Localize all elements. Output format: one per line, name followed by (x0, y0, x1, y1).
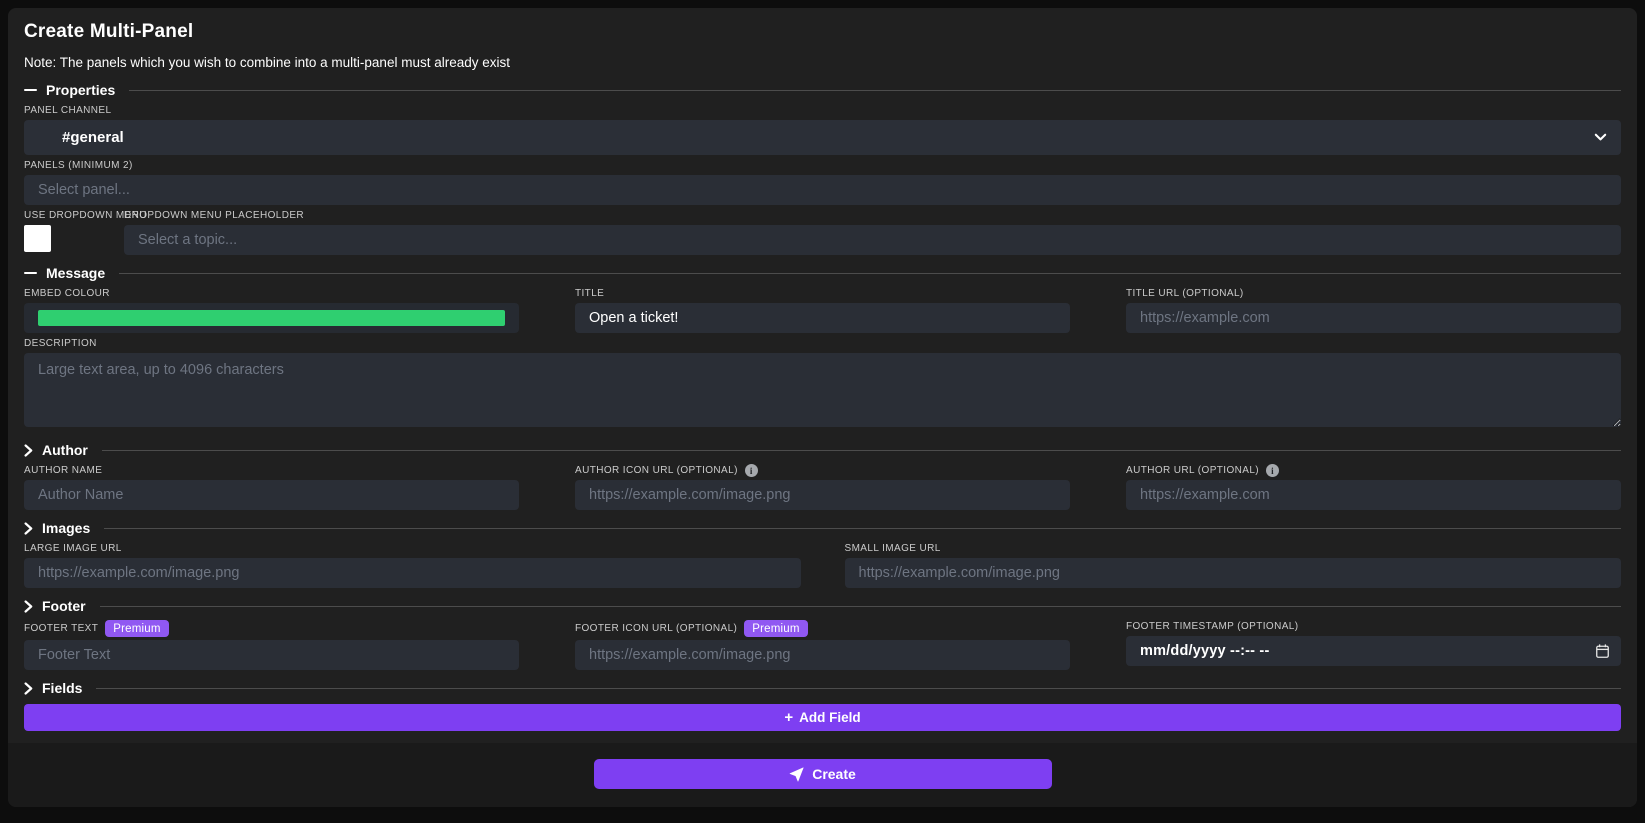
dropdown-menu-placeholder-label: DROPDOWN MENU PLACEHOLDER (124, 210, 305, 221)
title-input[interactable] (575, 303, 1070, 333)
section-message-header[interactable]: Message (24, 263, 1621, 283)
description-textarea[interactable] (24, 353, 1621, 427)
chevron-right-icon (24, 599, 33, 613)
footer-text-input[interactable] (24, 640, 519, 670)
small-image-url-input[interactable] (844, 558, 1621, 588)
title-url-label: TITLE URL (OPTIONAL) (1126, 288, 1244, 299)
section-divider (119, 272, 1621, 274)
section-label: Author (42, 442, 88, 458)
embed-colour-picker[interactable] (24, 303, 519, 333)
footer-timestamp-label: FOOTER TIMESTAMP (OPTIONAL) (1126, 621, 1299, 632)
chevron-right-icon (24, 681, 33, 695)
section-divider (96, 687, 1621, 689)
card-footer-band: Create (8, 743, 1637, 807)
author-name-input[interactable] (24, 480, 519, 510)
section-properties-header[interactable]: Properties (24, 80, 1621, 100)
section-label: Images (42, 520, 91, 536)
large-image-url-label: LARGE IMAGE URL (24, 543, 122, 554)
page-note: Note: The panels which you wish to combi… (24, 55, 510, 70)
section-footer-header[interactable]: Footer (24, 596, 1621, 616)
info-icon[interactable] (744, 464, 758, 477)
section-author-header[interactable]: Author (24, 440, 1621, 460)
chevron-down-icon (1594, 133, 1607, 142)
premium-badge: Premium (105, 620, 169, 637)
section-divider (129, 89, 1621, 91)
panels-input[interactable] (24, 175, 1621, 205)
footer-icon-url-input[interactable] (575, 640, 1070, 670)
footer-timestamp-input[interactable]: mm/dd/yyyy --:-- -- (1126, 636, 1621, 666)
footer-icon-url-label: FOOTER ICON URL (OPTIONAL) Premium (575, 620, 1070, 637)
title-label: TITLE (575, 288, 605, 299)
section-divider (99, 605, 1621, 607)
author-name-label: AUTHOR NAME (24, 465, 103, 476)
add-field-label: Add Field (799, 710, 861, 725)
panels-label: PANELS (MINIMUM 2) (24, 160, 133, 171)
title-url-input[interactable] (1126, 303, 1621, 333)
author-url-label: AUTHOR URL (OPTIONAL) (1126, 464, 1621, 477)
create-button[interactable]: Create (593, 759, 1052, 789)
collapse-minus-icon (24, 271, 37, 275)
add-field-button[interactable]: + Add Field (24, 704, 1621, 731)
plus-icon: + (784, 709, 794, 726)
dropdown-menu-placeholder-input[interactable] (124, 225, 1621, 255)
embed-colour-swatch (38, 310, 505, 326)
description-label: DESCRIPTION (24, 338, 97, 349)
chevron-right-icon (24, 521, 33, 535)
timestamp-value: mm/dd/yyyy --:-- -- (1140, 643, 1270, 659)
section-label: Properties (46, 82, 116, 98)
large-image-url-input[interactable] (24, 558, 801, 588)
premium-badge: Premium (744, 620, 808, 637)
send-icon (789, 766, 804, 782)
create-multi-panel-card: Create Multi-Panel Note: The panels whic… (8, 8, 1637, 807)
author-icon-url-input[interactable] (575, 480, 1070, 510)
section-fields-header[interactable]: Fields (24, 678, 1621, 698)
footer-text-label: FOOTER TEXT Premium (24, 620, 519, 637)
author-icon-url-label: AUTHOR ICON URL (OPTIONAL) (575, 464, 1070, 477)
create-label: Create (812, 766, 856, 782)
section-divider (101, 449, 1621, 451)
page-title: Create Multi-Panel (24, 21, 194, 42)
panel-channel-select[interactable]: #general (24, 120, 1621, 155)
section-images-header[interactable]: Images (24, 518, 1621, 538)
embed-colour-label: EMBED COLOUR (24, 288, 110, 299)
use-dropdown-menu-label: USE DROPDOWN MENU (24, 210, 147, 221)
section-label: Footer (42, 598, 86, 614)
small-image-url-label: SMALL IMAGE URL (844, 543, 941, 554)
use-dropdown-menu-checkbox[interactable] (24, 225, 51, 252)
panel-channel-value: #general (62, 129, 124, 146)
panel-channel-label: PANEL CHANNEL (24, 105, 112, 116)
collapse-minus-icon (24, 88, 37, 92)
section-label: Fields (42, 680, 83, 696)
section-divider (104, 527, 1621, 529)
chevron-right-icon (24, 443, 33, 457)
section-label: Message (46, 265, 106, 281)
author-url-input[interactable] (1126, 480, 1621, 510)
calendar-icon[interactable] (1596, 644, 1609, 658)
info-icon[interactable] (1266, 464, 1280, 477)
